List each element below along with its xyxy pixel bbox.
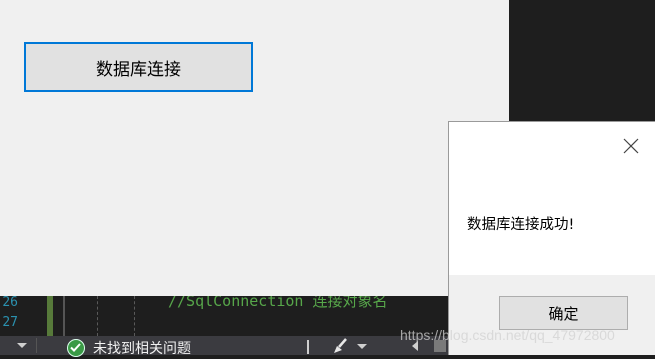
database-connect-button-label: 数据库连接 xyxy=(96,59,181,80)
divider xyxy=(307,340,309,354)
gutter-divider xyxy=(63,296,65,336)
issues-status[interactable]: 未找到相关问题 xyxy=(93,338,191,358)
ok-button-label: 确定 xyxy=(548,304,579,323)
chevron-down-icon[interactable] xyxy=(357,344,367,349)
divider xyxy=(36,338,37,353)
check-circle-icon xyxy=(67,339,85,357)
database-connect-button[interactable]: 数据库连接 xyxy=(24,42,253,92)
line-number: 27 xyxy=(2,315,18,330)
message-box: 数据库连接成功! 确定 xyxy=(448,121,655,355)
indent-guide xyxy=(134,296,135,336)
message-box-content: 数据库连接成功! xyxy=(449,122,655,275)
change-indicator xyxy=(47,296,53,336)
watermark: https://blog.csdn.net/qq_47972800 xyxy=(400,327,615,343)
brush-icon[interactable] xyxy=(331,337,351,359)
line-number: 26 xyxy=(2,296,18,310)
chevron-down-icon[interactable] xyxy=(17,343,27,348)
form-window: 数据库连接 xyxy=(0,0,509,296)
message-text: 数据库连接成功! xyxy=(467,217,575,233)
indent-guide xyxy=(97,296,98,336)
code-comment: //SqlConnection 连接对象名 xyxy=(168,296,388,310)
ok-button[interactable]: 确定 xyxy=(499,296,628,330)
close-icon[interactable] xyxy=(620,135,642,157)
